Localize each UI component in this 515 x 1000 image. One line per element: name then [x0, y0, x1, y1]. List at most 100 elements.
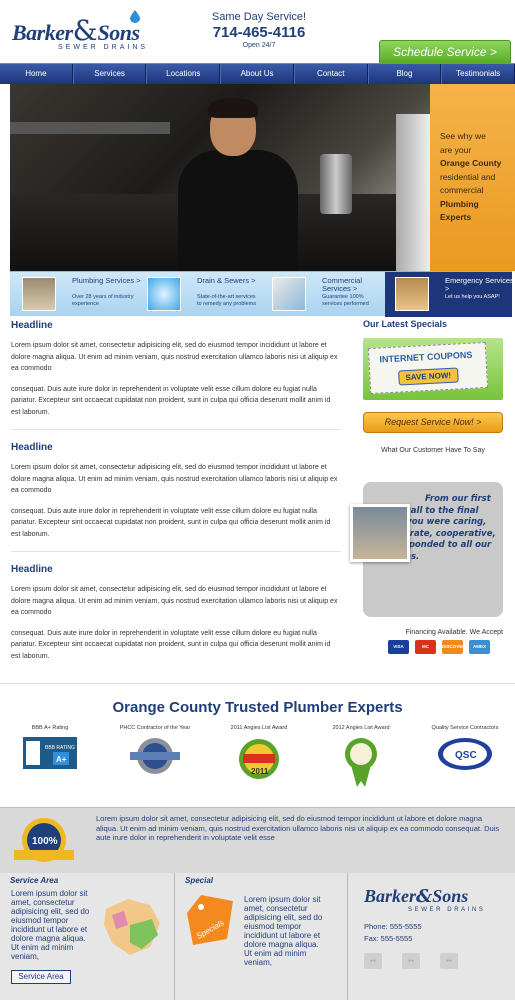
promo-line: commercial: [440, 185, 484, 195]
nav-home[interactable]: Home: [0, 64, 73, 84]
nav-services[interactable]: Services: [72, 64, 147, 84]
promo-line: are your: [440, 144, 472, 155]
hero-disposal-unit: [320, 154, 352, 214]
service-title: Drain & Sewers >: [197, 276, 256, 285]
footer-logo[interactable]: Barker&Sons SEWER DRAINS: [364, 886, 486, 913]
drain-thumbnail: [147, 277, 181, 311]
promo-line-highlight: Plumbing: [440, 198, 479, 209]
coupon-title: INTERNET COUPONS: [379, 349, 473, 365]
service-desc: Guarantee 100% services performed: [322, 294, 369, 307]
financing-text: Financing Available. We Accept: [405, 629, 503, 636]
service-desc: Over 28 years of industry experience: [72, 294, 134, 307]
brand-tagline: SEWER DRAINS: [408, 907, 486, 913]
footer-paragraph: Lorem ipsum dolor sit amet, consectetur …: [11, 889, 90, 961]
hero-plumber-hair: [208, 98, 258, 118]
brand-name-first: Barker: [12, 20, 73, 45]
phcc-seal-icon: [130, 738, 180, 774]
discover-card-icon: DISCOVER: [442, 640, 466, 654]
specials-title: Our Latest Specials: [363, 319, 448, 329]
service-area-map-icon: [104, 899, 160, 955]
service-title: Commercial Services >: [322, 276, 363, 293]
coupon-ticket: INTERNET COUPONS SAVE NOW!: [367, 341, 489, 395]
request-service-button[interactable]: Request Service Now! >: [363, 412, 503, 433]
badge-label: Quality Service Contractors: [431, 725, 499, 731]
water-drop-icon: [130, 10, 140, 23]
article-headline: Headline: [11, 320, 53, 331]
services-strip: Plumbing Services > Over 28 years of ind…: [10, 271, 514, 317]
badge-label: PHCC Contractor of the Year: [119, 725, 191, 731]
testimonial-card: From our first phone call to the final p…: [350, 482, 503, 617]
footer-separator: [347, 873, 348, 1000]
article-headline: Headline: [11, 442, 53, 453]
brand-ampersand: &: [72, 14, 98, 47]
internet-coupon-banner[interactable]: INTERNET COUPONS SAVE NOW!: [363, 338, 503, 400]
site-footer: Service Area Lorem ipsum dolor sit amet,…: [0, 873, 515, 1000]
nav-blog[interactable]: Blog: [367, 64, 442, 84]
article-paragraph: consequat. Duis aute irure dolor in repr…: [11, 385, 331, 416]
service-drain-sewers[interactable]: Drain & Sewers > State-of-the-art servic…: [147, 277, 257, 313]
schedule-service-button[interactable]: Schedule Service >: [379, 40, 511, 64]
brand-tagline: SEWER DRAINS: [58, 44, 149, 51]
svg-text:A+: A+: [56, 755, 67, 764]
brand-name-second: Sons: [432, 886, 469, 906]
social-icon-2[interactable]: ●●: [402, 953, 420, 969]
header-contact: Same Day Service! 714-465-4116 Open 24/7: [200, 11, 318, 49]
hero-appliance: [396, 114, 430, 271]
footer-fax: Fax: 555-5555: [364, 934, 413, 943]
hours-text: Open 24/7: [242, 42, 276, 49]
svg-text:100%: 100%: [32, 836, 58, 847]
guarantee-text: Lorem ipsum dolor sit amet, consectetur …: [96, 814, 500, 842]
footer-heading: Service Area: [10, 876, 59, 885]
trusted-title: Orange County Trusted Plumber Experts: [112, 699, 403, 716]
section-divider: [0, 683, 515, 684]
article: Headline Lorem ipsum dolor sit amet, con…: [11, 564, 341, 662]
badge-phcc: PHCC Contractor of the Year: [110, 725, 200, 777]
svg-text:BBB RATING: BBB RATING: [45, 745, 75, 751]
nav-locations[interactable]: Locations: [146, 64, 221, 84]
visa-card-icon: VISA: [388, 640, 409, 654]
bbb-rating-icon: BBB RATING A+: [23, 737, 77, 769]
footer-phone[interactable]: Phone: 555-5555: [364, 921, 422, 933]
service-emergency[interactable]: Emergency Services > Let us help you ASA…: [395, 277, 514, 313]
badge-bbb: BBB A+ Rating BBB RATING A+: [5, 725, 95, 771]
nav-testimonials[interactable]: Testimonials: [441, 64, 515, 84]
article-divider: [11, 551, 341, 552]
brand-logo[interactable]: Barker&Sons SEWER DRAINS: [12, 10, 172, 56]
brand-name-first: Barker: [364, 886, 417, 906]
service-desc: Let us help you ASAP!: [445, 294, 500, 300]
qsc-logo-icon: QSC: [438, 738, 492, 770]
service-title: Emergency Services >: [445, 276, 514, 293]
promo-line-highlight: Orange County: [440, 158, 502, 168]
emergency-thumbnail: [395, 277, 429, 311]
brand-ampersand: &: [416, 886, 433, 907]
footer-heading: Special: [185, 876, 214, 885]
nav-contact[interactable]: Contact: [293, 64, 368, 84]
main-nav: Home Services Locations About Us Contact…: [0, 63, 515, 84]
service-area-button[interactable]: Service Area: [11, 970, 71, 984]
promo-line: See why we: [440, 131, 486, 141]
svg-text:QSC: QSC: [455, 750, 477, 761]
mastercard-card-icon: MC: [415, 640, 436, 654]
angies-list-2012-icon: [345, 738, 377, 787]
header-phone[interactable]: 714-465-4116: [200, 24, 318, 41]
specials-tag-icon: Specials: [187, 895, 233, 945]
footer-service-area: Service Area Lorem ipsum dolor sit amet,…: [0, 873, 174, 1000]
service-commercial[interactable]: Commercial Services > Guarantee 100% ser…: [272, 277, 382, 313]
promo-line-highlight: Experts: [440, 212, 472, 222]
service-plumbing[interactable]: Plumbing Services > Over 28 years of ind…: [22, 277, 141, 313]
footer-special: Special Specials Lorem ipsum dolor sit a…: [175, 873, 347, 1000]
article-divider: [11, 429, 341, 430]
badge-qsc: Quality Service Contractors QSC: [420, 725, 510, 773]
article-headline: Headline: [11, 564, 53, 575]
article: Headline Lorem ipsum dolor sit amet, con…: [11, 320, 341, 418]
badge-label: BBB A+ Rating: [31, 725, 69, 731]
satisfaction-guarantee-icon: 100%: [14, 818, 74, 862]
badge-angies-2012: 2012 Angies List Award: [316, 725, 406, 789]
same-day-service-text: Same Day Service!: [211, 11, 307, 23]
payment-cards: VISA MC DISCOVER AMEX: [388, 640, 490, 654]
footer-paragraph: Lorem ipsum dolor sit amet, consectetur …: [244, 895, 323, 967]
social-icon-1[interactable]: ●●: [364, 953, 382, 969]
nav-about-us[interactable]: About Us: [220, 64, 294, 84]
social-icon-3[interactable]: ●●: [440, 953, 458, 969]
footer-contact: Phone: 555-5555 Fax: 555-5555: [364, 921, 422, 945]
